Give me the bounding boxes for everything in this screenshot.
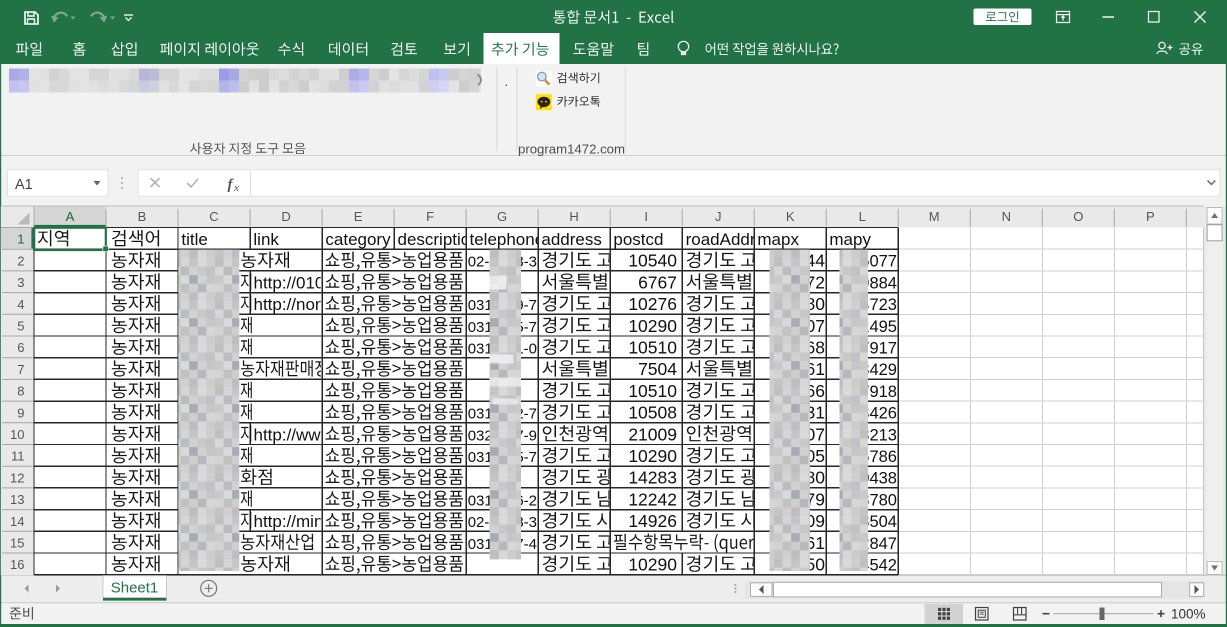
- svg-text:I: I: [644, 209, 648, 224]
- svg-text:10290: 10290: [628, 316, 677, 336]
- svg-text:A: A: [66, 209, 75, 224]
- svg-text:telephone: telephone: [470, 230, 545, 249]
- svg-text:6: 6: [17, 340, 24, 355]
- svg-text:031: 031: [468, 341, 493, 358]
- svg-text:10290: 10290: [628, 555, 677, 575]
- svg-text:title: title: [181, 230, 207, 249]
- svg-text:2: 2: [17, 253, 24, 268]
- svg-text:address: address: [541, 230, 601, 249]
- svg-text:postcd: postcd: [613, 230, 663, 249]
- svg-text:8: 8: [17, 384, 24, 399]
- svg-text:10276: 10276: [628, 294, 677, 314]
- svg-text:12242: 12242: [628, 489, 677, 509]
- svg-text:21009: 21009: [628, 424, 677, 444]
- svg-text:H: H: [569, 209, 578, 224]
- svg-text:M: M: [929, 209, 940, 224]
- svg-text:14: 14: [10, 514, 24, 529]
- svg-text:P: P: [1146, 209, 1155, 224]
- svg-text:02-: 02-: [468, 514, 490, 531]
- svg-text:7504: 7504: [638, 359, 677, 379]
- svg-text:10290: 10290: [628, 446, 677, 466]
- svg-text:x: x: [233, 182, 239, 194]
- svg-text:10510: 10510: [628, 338, 677, 358]
- svg-text:031: 031: [468, 406, 493, 423]
- svg-text:3: 3: [17, 275, 24, 290]
- svg-text:K: K: [786, 209, 795, 224]
- svg-text:032: 032: [468, 427, 493, 444]
- svg-text:mapx: mapx: [757, 230, 799, 249]
- svg-text:12: 12: [10, 470, 24, 485]
- svg-text:10540: 10540: [628, 251, 677, 271]
- svg-text:L: L: [859, 209, 866, 224]
- svg-text:B: B: [138, 209, 147, 224]
- svg-text:O: O: [1073, 209, 1083, 224]
- svg-text:J: J: [715, 209, 722, 224]
- svg-text:16: 16: [10, 557, 24, 572]
- svg-text:G: G: [497, 209, 507, 224]
- svg-text:link: link: [253, 230, 279, 249]
- svg-text:1: 1: [17, 232, 24, 247]
- svg-text:02-: 02-: [468, 254, 490, 271]
- svg-text:10: 10: [10, 427, 24, 442]
- svg-text:.: .: [505, 74, 509, 89]
- svg-text:100%: 100%: [1171, 606, 1206, 621]
- svg-text:031: 031: [468, 319, 493, 336]
- svg-text:F: F: [426, 209, 434, 224]
- svg-text:D: D: [281, 209, 290, 224]
- svg-text:N: N: [1002, 209, 1011, 224]
- svg-text:A1: A1: [15, 177, 33, 193]
- svg-text:15: 15: [10, 536, 24, 551]
- svg-text:14283: 14283: [628, 468, 677, 488]
- svg-text:11: 11: [11, 449, 25, 464]
- svg-text:program1472.com: program1472.com: [518, 142, 625, 157]
- svg-text:4: 4: [17, 297, 24, 312]
- svg-text:E: E: [354, 209, 363, 224]
- svg-text:C: C: [209, 209, 218, 224]
- svg-text:5: 5: [17, 319, 24, 334]
- svg-text:Sheet1: Sheet1: [111, 580, 159, 597]
- svg-text:031: 031: [468, 536, 493, 553]
- svg-text:031: 031: [468, 492, 493, 509]
- svg-text:category: category: [325, 230, 391, 249]
- svg-text:9: 9: [17, 405, 24, 420]
- svg-text:10510: 10510: [628, 381, 677, 401]
- svg-text:10508: 10508: [628, 403, 677, 423]
- svg-text:14926: 14926: [628, 511, 677, 531]
- svg-text:mapy: mapy: [829, 230, 871, 249]
- svg-text:6767: 6767: [638, 272, 677, 292]
- svg-text:031: 031: [468, 449, 493, 466]
- svg-text:13: 13: [10, 492, 24, 507]
- svg-text:7: 7: [17, 362, 24, 377]
- svg-text:031: 031: [468, 297, 493, 314]
